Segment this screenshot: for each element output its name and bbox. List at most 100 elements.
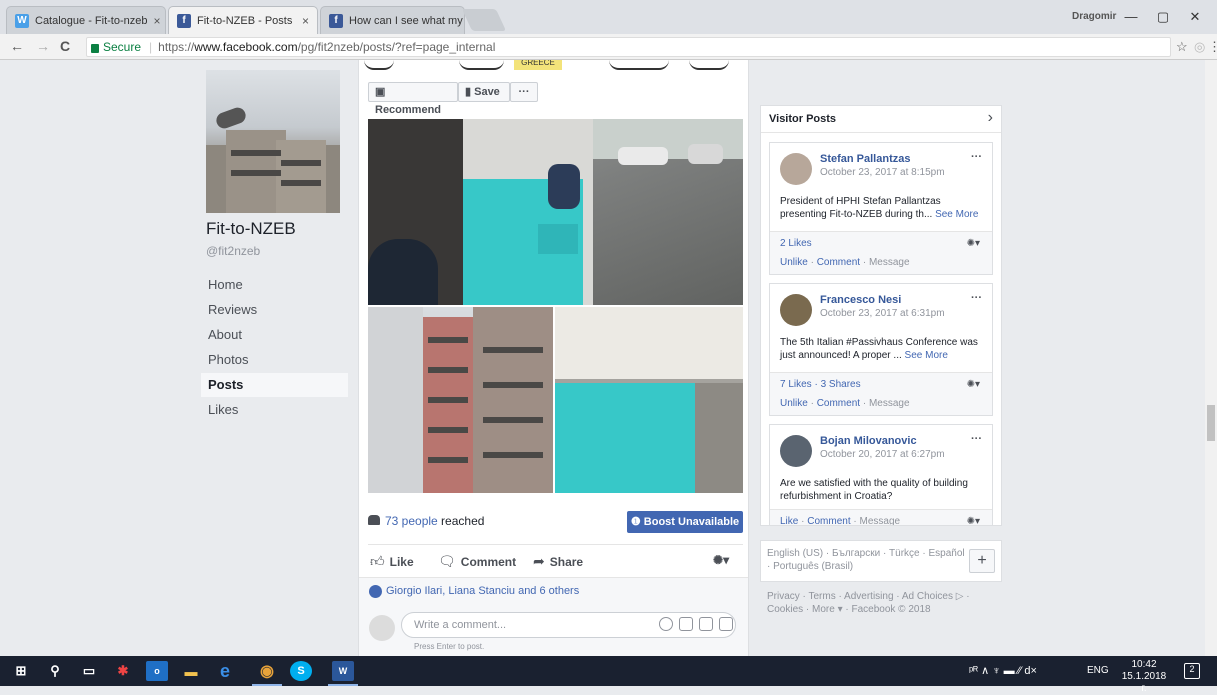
facebook-page: Fit-to-NZEB @fit2nzeb Home Reviews About… — [0, 60, 1205, 656]
post-date[interactable]: October 23, 2017 at 6:31pm — [820, 308, 945, 319]
input-language[interactable]: ENG — [1087, 665, 1109, 676]
footer-links[interactable]: Privacy · Terms · Advertising · Ad Choic… — [767, 590, 997, 616]
like-share-count[interactable]: 7 Likes · 3 Shares — [780, 379, 861, 390]
visitor-posts-header[interactable]: Visitor Posts › — [761, 106, 1001, 133]
chrome-icon[interactable]: ◉ — [256, 661, 278, 681]
more-icon[interactable]: ··· — [971, 433, 982, 445]
like-button[interactable]: 👍︎ Like — [370, 553, 414, 570]
comment-link[interactable]: Comment — [817, 398, 860, 409]
post-photo-building[interactable] — [368, 307, 553, 493]
emoji-icon[interactable] — [659, 617, 673, 631]
word-icon[interactable]: W — [332, 661, 354, 681]
avatar[interactable] — [780, 294, 812, 326]
post-photo-insulation[interactable] — [555, 307, 743, 493]
like-link[interactable]: Like — [780, 516, 798, 525]
maximize-icon[interactable]: ▢ — [1148, 6, 1178, 28]
url-field[interactable]: Secure | https:// www.facebook.com /pg/f… — [86, 37, 1171, 57]
share-button[interactable]: ➦ Share — [533, 553, 583, 570]
outlook-icon[interactable]: o — [146, 661, 168, 681]
reaction-selector[interactable]: ✺▾ — [967, 516, 980, 525]
reach-count-link[interactable]: 73 people — [385, 514, 438, 528]
post-text-body: The 5th Italian #Passivhaus Conference w… — [780, 337, 978, 361]
message-link[interactable]: Message — [869, 257, 910, 268]
url-path: /pg/fit2nzeb/posts/?ref=page_internal — [297, 40, 496, 54]
page-nav-home[interactable]: Home — [201, 273, 348, 297]
extension-icon[interactable]: ◎ — [1194, 39, 1205, 55]
like-count[interactable]: 2 Likes — [780, 238, 812, 249]
back-icon[interactable]: ← — [10, 38, 24, 54]
notification-center-icon[interactable]: 2 — [1184, 663, 1200, 679]
reactors-link[interactable]: Giorgio Ilari, Liana Stanciu and 6 other… — [386, 585, 579, 597]
file-explorer-icon[interactable]: ▬ — [180, 661, 202, 681]
internet-explorer-icon[interactable]: e — [214, 661, 236, 681]
page-title[interactable]: Fit-to-NZEB — [206, 219, 296, 239]
tray-icons[interactable]: ᵖᴿ ∧ ♆ ▬ ⁄⁄ d× — [969, 664, 1037, 677]
avatar[interactable] — [780, 435, 812, 467]
reaction-selector[interactable]: ✺▾ — [967, 379, 980, 390]
language-links[interactable]: English (US) · Български · Türkçe · Espa… — [767, 547, 965, 573]
comment-composer: Write a comment... Press Enter to post. — [359, 605, 748, 656]
comment-button[interactable]: 🗨︎ Comment — [438, 553, 516, 570]
page-nav-photos[interactable]: Photos — [201, 348, 348, 372]
recommend-button[interactable]: ▣ Recommend — [368, 82, 458, 116]
bookmark-star-icon[interactable]: ☆ — [1176, 39, 1188, 55]
page-nav-about[interactable]: About — [201, 323, 348, 347]
taskbar-clock[interactable]: 10:42 15.1.2018 г. — [1120, 659, 1168, 695]
windows-taskbar: ⊞ ⚲ ▭ ✱ o ▬ e ◉ S W ᵖᴿ ∧ ♆ ▬ ⁄⁄ d× ENG 1… — [0, 656, 1217, 694]
new-tab-button[interactable] — [461, 9, 507, 31]
browser-user-name[interactable]: Dragomir — [1072, 11, 1116, 22]
forward-icon[interactable]: → — [36, 38, 50, 54]
save-button[interactable]: ▮ Save — [458, 82, 510, 102]
post-photo-main[interactable] — [368, 119, 743, 305]
page-scrollbar[interactable] — [1205, 60, 1217, 656]
tab-title: Fit-to-NZEB - Posts — [197, 14, 293, 27]
camera-icon[interactable] — [679, 617, 693, 631]
uk-flag-icon[interactable]: ✱ — [112, 661, 134, 681]
message-link[interactable]: Message — [860, 516, 901, 525]
reaction-selector[interactable]: ✺▾ — [967, 238, 980, 249]
comment-link[interactable]: Comment — [807, 516, 850, 525]
see-more-link[interactable]: See More — [905, 350, 948, 361]
page-nav-reviews[interactable]: Reviews — [201, 298, 348, 322]
tab-close-icon[interactable]: × — [148, 14, 161, 28]
close-window-icon[interactable]: ✕ — [1180, 6, 1210, 28]
task-view-icon[interactable]: ▭ — [78, 661, 100, 681]
page-nav-posts[interactable]: Posts — [201, 373, 348, 397]
author-name[interactable]: Bojan Milovanovic — [820, 435, 917, 447]
author-name[interactable]: Francesco Nesi — [820, 294, 901, 306]
more-icon[interactable]: ··· — [971, 292, 982, 304]
post-as-selector[interactable]: ✺▾ — [713, 553, 729, 567]
tab-close-icon[interactable]: × — [296, 14, 309, 28]
see-more-link[interactable]: See More — [935, 209, 978, 220]
tab-catalogue[interactable]: W Catalogue - Fit-to-nzeb × — [6, 6, 166, 34]
post-footer: 7 Likes · 3 Shares ✺▾ Unlike · Comment ·… — [770, 372, 992, 415]
message-link[interactable]: Message — [869, 398, 910, 409]
post-date[interactable]: October 23, 2017 at 8:15pm — [820, 167, 945, 178]
author-name[interactable]: Stefan Pallantzas — [820, 153, 910, 165]
reload-icon[interactable]: C — [60, 38, 70, 54]
chevron-right-icon[interactable]: › — [988, 109, 993, 127]
unlike-link[interactable]: Unlike — [780, 257, 808, 268]
boost-button[interactable]: ❶ Boost Unavailable — [627, 511, 743, 533]
avatar[interactable] — [780, 153, 812, 185]
scroll-thumb[interactable] — [1207, 405, 1215, 441]
minimize-icon[interactable]: — — [1116, 6, 1146, 28]
page-handle[interactable]: @fit2nzeb — [206, 244, 260, 258]
sticker-icon[interactable] — [719, 617, 733, 631]
gif-icon[interactable] — [699, 617, 713, 631]
skype-icon[interactable]: S — [290, 661, 312, 681]
unlike-link[interactable]: Unlike — [780, 398, 808, 409]
page-nav-likes[interactable]: Likes — [201, 398, 348, 422]
page-profile-picture[interactable] — [206, 70, 340, 213]
browser-menu-icon[interactable]: ⋮ — [1208, 39, 1217, 55]
windows-start-icon[interactable]: ⊞ — [10, 661, 32, 681]
more-options-button[interactable]: ··· — [510, 82, 538, 102]
post-date[interactable]: October 20, 2017 at 6:27pm — [820, 449, 945, 460]
separator: · — [807, 398, 817, 409]
tab-fit-to-nzeb-posts[interactable]: f Fit-to-NZEB - Posts × — [168, 6, 318, 34]
add-language-button[interactable]: + — [969, 549, 995, 573]
search-icon[interactable]: ⚲ — [44, 661, 66, 681]
comment-link[interactable]: Comment — [817, 257, 860, 268]
more-icon[interactable]: ··· — [971, 151, 982, 163]
tab-how-can-i-see[interactable]: f How can I see what my · × — [320, 6, 465, 34]
